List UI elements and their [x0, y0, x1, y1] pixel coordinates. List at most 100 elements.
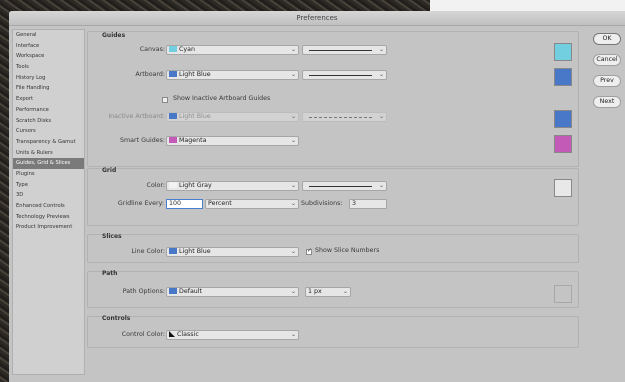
sidebar-item[interactable]: Transparency & Gamut [13, 137, 84, 148]
path-options-dropdown[interactable]: Default ⌄ [166, 287, 299, 297]
show-slice-numbers-checkbox[interactable] [306, 247, 312, 255]
sidebar-item[interactable]: Workspace [13, 51, 84, 62]
sidebar-item[interactable]: Units & Rulers [13, 148, 84, 159]
gridline-unit-value: Percent [208, 200, 232, 207]
path-color-box[interactable] [554, 285, 572, 303]
path-options-value: Default [179, 288, 203, 295]
sidebar-item[interactable]: Tools [13, 62, 84, 73]
canvas-line-style-dropdown[interactable]: ⌄ [302, 45, 387, 55]
sidebar-item[interactable]: Plugins [13, 169, 84, 180]
canvas-color-box[interactable] [554, 43, 572, 61]
artboard-color-dropdown[interactable]: Light Blue ⌄ [166, 70, 299, 80]
grid-panel [87, 168, 579, 226]
grid-color-dropdown[interactable]: Light Gray ⌄ [166, 181, 299, 191]
sidebar-item[interactable]: Guides, Grid & Slices [13, 158, 84, 169]
sidebar: General Interface Workspace Tools History Lo… [12, 29, 85, 375]
grid-line-style-dropdown[interactable]: ⌄ [302, 181, 387, 191]
next-button[interactable]: Next [593, 96, 621, 108]
chevron-down-icon: ⌄ [378, 71, 384, 78]
grid-title: Grid [102, 167, 117, 174]
artboard-color-box[interactable] [554, 68, 572, 86]
artboard-swatch-icon [169, 71, 177, 77]
canvas-label: Canvas: [139, 46, 165, 53]
slice-line-color-dropdown[interactable]: Light Blue ⌄ [166, 247, 299, 257]
path-title: Path [102, 270, 118, 277]
inactive-artboard-dropdown[interactable]: Light Blue ⌄ [166, 112, 299, 122]
chevron-down-icon: ⌄ [378, 46, 384, 53]
slice-line-color-value: Light Blue [179, 248, 211, 255]
show-slice-numbers-label: Show Slice Numbers [315, 247, 380, 254]
smart-guides-dropdown[interactable]: Magenta ⌄ [166, 136, 299, 146]
sidebar-item[interactable]: Cursors [13, 126, 84, 137]
grid-color-box[interactable] [554, 179, 572, 197]
gridline-unit-dropdown[interactable]: Percent ⌄ [205, 199, 299, 209]
chevron-down-icon: ⌄ [378, 182, 384, 189]
background-window [430, 0, 625, 11]
artboard-line-style-dropdown[interactable]: ⌄ [302, 70, 387, 80]
sidebar-item[interactable]: General [13, 30, 84, 41]
sidebar-item[interactable]: Type [13, 180, 84, 191]
cancel-button[interactable]: Cancel [593, 54, 621, 66]
chevron-down-icon: ⌄ [290, 200, 296, 207]
inactive-line-style-dropdown[interactable]: ⌄ [302, 112, 387, 122]
prev-button[interactable]: Prev [593, 75, 621, 87]
smart-color-box[interactable] [554, 135, 572, 153]
sidebar-item[interactable]: Enhanced Controls [13, 201, 84, 212]
chevron-down-icon: ⌄ [290, 331, 296, 338]
guides-title: Guides [102, 32, 126, 39]
chevron-down-icon: ⌄ [290, 71, 296, 78]
grid-swatch-icon [169, 182, 177, 188]
inactive-value: Light Blue [179, 113, 211, 120]
sidebar-item[interactable]: File Handling [13, 83, 84, 94]
sidebar-item[interactable]: Interface [13, 41, 84, 52]
gridline-every-input[interactable]: 100 [166, 199, 203, 209]
path-options-label: Path Options: [122, 288, 165, 295]
sidebar-item[interactable]: 3D [13, 190, 84, 201]
sidebar-item[interactable]: Technology Previews [13, 212, 84, 223]
sidebar-item[interactable]: Scratch Disks [13, 116, 84, 127]
artboard-value: Light Blue [179, 71, 211, 78]
inactive-color-box[interactable] [554, 110, 572, 128]
sidebar-item[interactable]: History Log [13, 73, 84, 84]
chevron-down-icon: ⌄ [290, 182, 296, 189]
artboard-label: Artboard: [135, 71, 165, 78]
smart-guides-label: Smart Guides: [120, 137, 165, 144]
control-color-value: Classic [177, 331, 199, 338]
inactive-swatch-icon [169, 113, 177, 119]
preferences-dialog: Preferences General Interface Workspace Too… [9, 11, 625, 382]
cursor-icon [169, 331, 175, 337]
slices-title: Slices [102, 233, 122, 240]
grid-color-value: Light Gray [179, 182, 212, 189]
gridline-every-label: Gridline Every: [117, 200, 164, 207]
canvas-swatch-icon [169, 46, 177, 52]
subdivisions-label: Subdivisions: [301, 200, 343, 207]
smart-value: Magenta [179, 137, 207, 144]
show-inactive-guides-checkbox[interactable] [162, 97, 168, 103]
path-width-value: 1 px [308, 288, 322, 295]
control-color-dropdown[interactable]: Classic ⌄ [166, 330, 299, 340]
path-width-dropdown[interactable]: 1 px ⌄ [305, 287, 351, 297]
control-color-label: Control Color: [121, 331, 165, 338]
canvas-value: Cyan [179, 46, 195, 53]
ok-button[interactable]: OK [593, 33, 621, 45]
chevron-down-icon: ⌄ [378, 113, 384, 120]
canvas-color-dropdown[interactable]: Cyan ⌄ [166, 45, 299, 55]
chevron-down-icon: ⌄ [290, 46, 296, 53]
inactive-artboard-label: Inactive Artboard: [108, 113, 165, 120]
slice-swatch-icon [169, 248, 177, 254]
sidebar-item[interactable]: Product Improvement [13, 222, 84, 233]
sidebar-item[interactable]: Performance [13, 105, 84, 116]
grid-color-label: Color: [146, 182, 165, 189]
sidebar-item[interactable]: Export [13, 94, 84, 105]
line-color-label: Line Color: [131, 248, 165, 255]
show-inactive-guides-label: Show Inactive Artboard Guides [173, 95, 271, 102]
path-swatch-icon [169, 288, 177, 294]
chevron-down-icon: ⌄ [290, 137, 296, 144]
controls-title: Controls [102, 315, 131, 322]
dialog-title: Preferences [9, 11, 625, 26]
chevron-down-icon: ⌄ [290, 248, 296, 255]
chevron-down-icon: ⌄ [290, 113, 296, 120]
chevron-down-icon: ⌄ [290, 288, 296, 295]
chevron-down-icon: ⌄ [342, 288, 348, 295]
subdivisions-input[interactable]: 3 [349, 199, 387, 209]
